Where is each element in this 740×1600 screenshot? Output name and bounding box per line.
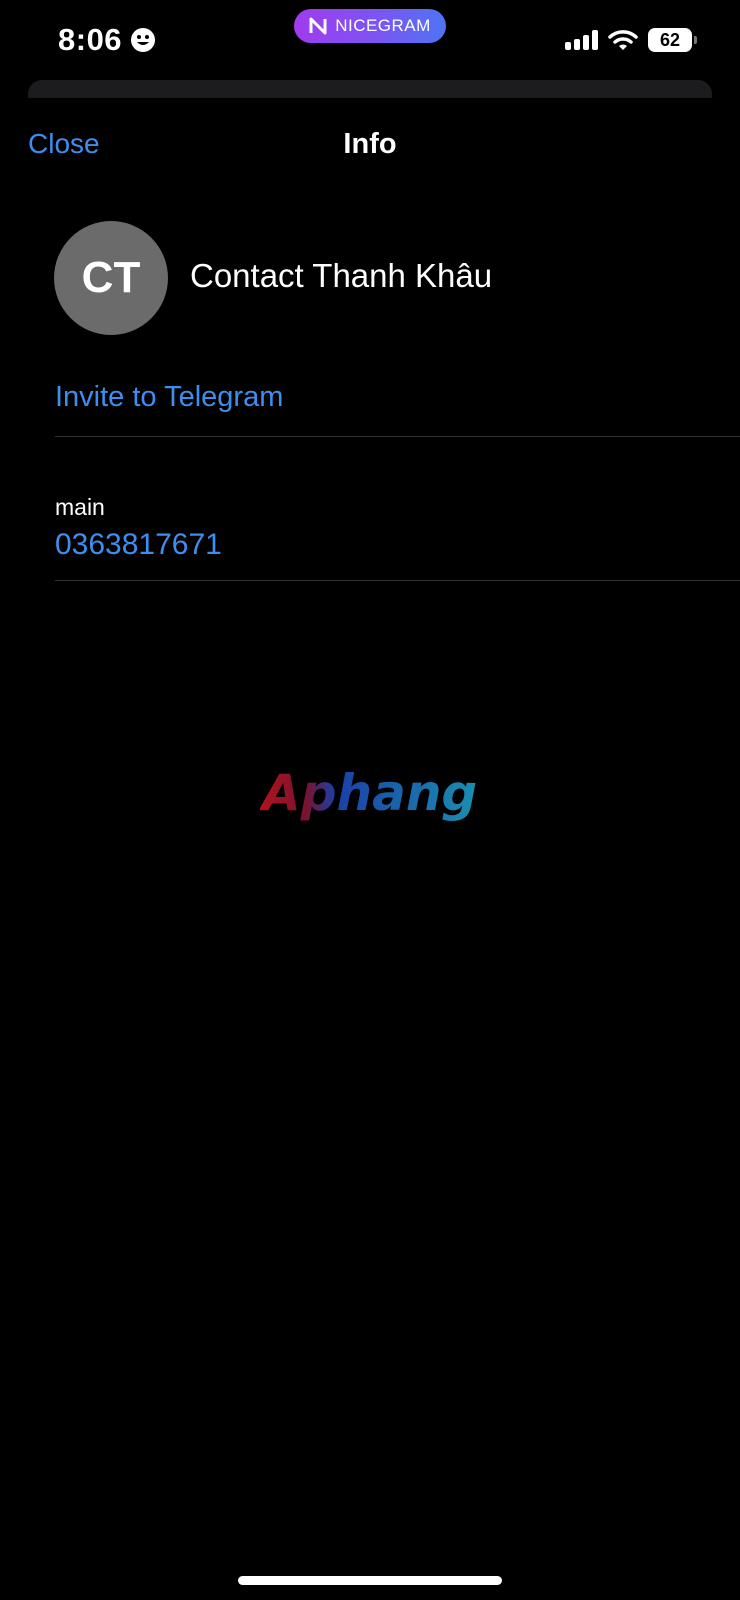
status-bar: 8:06 NICEGRAM 62 xyxy=(0,0,740,80)
status-time-text: 8:06 xyxy=(58,22,123,57)
invite-to-telegram-button[interactable]: Invite to Telegram xyxy=(55,381,283,414)
status-time: 8:06 xyxy=(58,22,156,58)
avatar-initials: CT xyxy=(81,253,141,302)
battery-level: 62 xyxy=(659,29,681,50)
nav-bar: Close Info xyxy=(0,118,740,174)
phone-number-link[interactable]: 0363817671 xyxy=(55,528,222,562)
page-title: Info xyxy=(343,128,397,160)
smile-icon xyxy=(131,28,156,52)
divider xyxy=(55,436,740,437)
signal-icon xyxy=(565,30,598,50)
wifi-icon xyxy=(608,30,638,50)
status-icons: 62 xyxy=(564,28,697,52)
avatar: CT xyxy=(54,221,168,335)
nicegram-badge-label: NICEGRAM xyxy=(335,16,431,35)
nicegram-logo-icon xyxy=(309,17,327,35)
home-indicator[interactable] xyxy=(238,1576,502,1585)
watermark-logo: Aphang xyxy=(260,764,477,822)
phone-label: main xyxy=(55,494,105,520)
contact-name: Contact Thanh Khâu xyxy=(190,257,493,294)
nicegram-badge[interactable]: NICEGRAM xyxy=(294,9,446,43)
divider xyxy=(55,580,740,581)
battery-icon: 62 xyxy=(648,28,697,52)
watermark-text: Aphang xyxy=(260,764,477,822)
sheet-background-edge xyxy=(28,80,712,98)
